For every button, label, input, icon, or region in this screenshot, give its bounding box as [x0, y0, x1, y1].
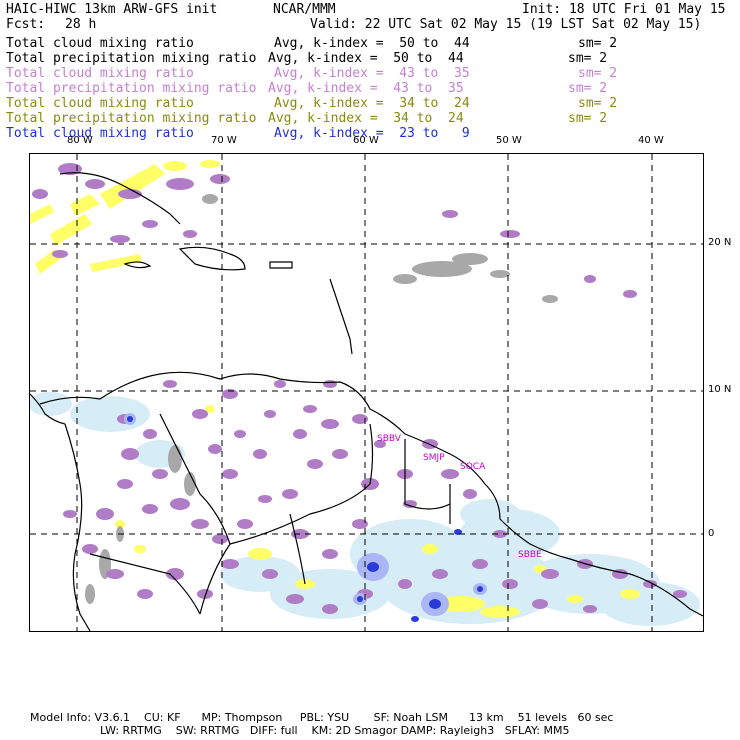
org-label: NCAR/MMM — [273, 2, 336, 17]
legend-row: Total cloud mixing ratio Avg, k-index = … — [6, 36, 734, 51]
legend-avg: Avg, k-index = 50 to 44 — [268, 51, 464, 66]
legend-field: Total precipitation mixing ratio — [6, 81, 257, 96]
lat-label-10n: 10 N — [708, 384, 732, 395]
legend-row: Total cloud mixing ratio Avg, k-index = … — [6, 96, 734, 111]
lat-label-0: 0 — [708, 528, 715, 539]
init-time: Init: 18 UTC Fri 01 May 15 — [522, 2, 726, 17]
legend-avg: Avg, k-index = 34 to 24 — [268, 111, 464, 126]
lon-label-60w: 60 W — [353, 135, 379, 146]
legend-sm: sm= 2 — [578, 36, 618, 51]
lon-label-40w: 40 W — [638, 135, 664, 146]
legend-field: Total precipitation mixing ratio — [6, 51, 257, 66]
fcst-value: 28 h — [65, 17, 97, 32]
legend-sm: sm= 2 — [568, 51, 608, 66]
model-info-line2: LW: RRTMG SW: RRTMG DIFF: full KM: 2D Sm… — [100, 724, 570, 737]
legend-field: Total precipitation mixing ratio — [6, 111, 257, 126]
legend-sm: sm= 2 — [568, 81, 608, 96]
lon-label-80w: 80 W — [67, 135, 93, 146]
legend-avg: Avg, k-index = 43 to 35 — [268, 81, 464, 96]
station-sbbe: SBBE — [518, 550, 542, 560]
legend-row: Total precipitation mixing ratio Avg, k-… — [6, 111, 734, 126]
valid-time: Valid: 22 UTC Sat 02 May 15 (19 LST Sat … — [310, 17, 702, 32]
map-panel: SBBV SMJP SOCA SBBE — [29, 153, 704, 632]
station-soca: SOCA — [460, 462, 486, 472]
legend-field: Total cloud mixing ratio — [6, 66, 194, 81]
fcst-label: Fcst: — [6, 17, 46, 32]
map-svg: SBBV SMJP SOCA SBBE — [30, 154, 703, 631]
legend-sm: sm= 2 — [578, 66, 618, 81]
legend-field: Total cloud mixing ratio — [6, 126, 194, 141]
legend-sm: sm= 2 — [568, 111, 608, 126]
model-info-line1: Model Info: V3.6.1 CU: KF MP: Thompson P… — [30, 711, 614, 724]
legend-row: Total precipitation mixing ratio Avg, k-… — [6, 81, 734, 96]
legend-row: Total precipitation mixing ratio Avg, k-… — [6, 51, 734, 66]
station-smjp: SMJP — [423, 453, 445, 463]
legend-row: Total cloud mixing ratio Avg, k-index = … — [6, 66, 734, 81]
legend-avg: Avg, k-index = 43 to 35 — [274, 66, 470, 81]
legend-field: Total cloud mixing ratio — [6, 36, 194, 51]
lon-label-50w: 50 W — [496, 135, 522, 146]
lon-label-70w: 70 W — [211, 135, 237, 146]
legend-avg: Avg, k-index = 50 to 44 — [274, 36, 470, 51]
model-title: HAIC-HIWC 13km ARW-GFS init — [6, 2, 218, 17]
legend-field: Total cloud mixing ratio — [6, 96, 194, 111]
legend-sm: sm= 2 — [578, 96, 618, 111]
station-sbbv: SBBV — [377, 434, 402, 444]
legend-avg: Avg, k-index = 34 to 24 — [274, 96, 470, 111]
lat-label-20n: 20 N — [708, 237, 732, 248]
